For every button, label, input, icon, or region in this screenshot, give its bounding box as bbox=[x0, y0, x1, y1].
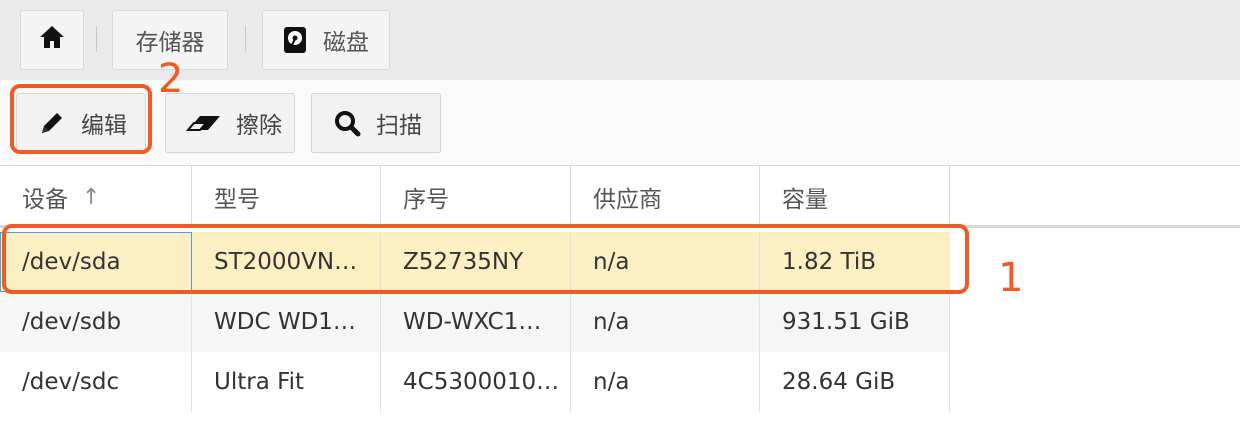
wipe-button[interactable]: 擦除 bbox=[165, 93, 295, 153]
scan-button-label: 扫描 bbox=[376, 113, 422, 139]
column-label: 序号 bbox=[403, 187, 449, 213]
wipe-button-label: 擦除 bbox=[236, 113, 282, 139]
cell-device: /dev/sdc bbox=[0, 352, 192, 412]
eraser-icon bbox=[186, 108, 222, 138]
cell-serial: 4C5300010… bbox=[381, 352, 571, 412]
sort-ascending-icon: ↑ bbox=[82, 184, 101, 210]
column-header-capacity[interactable]: 容量 bbox=[760, 166, 950, 228]
column-header-model[interactable]: 型号 bbox=[192, 166, 381, 228]
table-row[interactable]: /dev/sdb WDC WD1… WD-WXC1… n/a 931.51 Gi… bbox=[0, 292, 950, 352]
annotation-row-highlight bbox=[2, 224, 969, 294]
cell-serial: WD-WXC1… bbox=[381, 292, 571, 352]
column-header-device[interactable]: 设备 ↑ bbox=[0, 166, 192, 228]
scan-button[interactable]: 扫描 bbox=[311, 93, 441, 153]
breadcrumb-separator bbox=[245, 26, 246, 52]
table-header: 设备 ↑ 型号 序号 供应商 容量 bbox=[0, 166, 1240, 228]
cell-vendor: n/a bbox=[571, 352, 760, 412]
annotation-number-1: 1 bbox=[998, 255, 1024, 301]
breadcrumb-item-disks[interactable]: 磁盘 bbox=[262, 10, 390, 70]
search-icon bbox=[332, 108, 362, 138]
breadcrumb-separator bbox=[96, 26, 97, 52]
column-header-vendor[interactable]: 供应商 bbox=[571, 166, 760, 228]
column-label: 容量 bbox=[782, 187, 828, 213]
annotation-edit-highlight bbox=[10, 84, 152, 154]
cell-model: WDC WD1… bbox=[192, 292, 381, 352]
cell-device: /dev/sdb bbox=[0, 292, 192, 352]
home-button[interactable] bbox=[20, 10, 84, 70]
column-label: 设备 bbox=[22, 187, 68, 213]
cell-capacity: 28.64 GiB bbox=[760, 352, 950, 412]
hard-disk-icon bbox=[283, 26, 307, 54]
toolbar: 编辑 擦除 扫描 bbox=[0, 80, 1240, 166]
breadcrumb: 存储器 磁盘 bbox=[0, 0, 1240, 80]
annotation-number-2: 2 bbox=[158, 56, 184, 102]
breadcrumb-label: 磁盘 bbox=[323, 30, 369, 56]
column-label: 型号 bbox=[214, 187, 260, 213]
cell-capacity: 931.51 GiB bbox=[760, 292, 950, 352]
home-icon bbox=[38, 24, 66, 56]
cell-vendor: n/a bbox=[571, 292, 760, 352]
table-row[interactable]: /dev/sdc Ultra Fit 4C5300010… n/a 28.64 … bbox=[0, 352, 950, 412]
column-header-serial[interactable]: 序号 bbox=[381, 166, 571, 228]
cell-model: Ultra Fit bbox=[192, 352, 381, 412]
column-label: 供应商 bbox=[593, 187, 662, 213]
breadcrumb-label: 存储器 bbox=[135, 30, 205, 56]
